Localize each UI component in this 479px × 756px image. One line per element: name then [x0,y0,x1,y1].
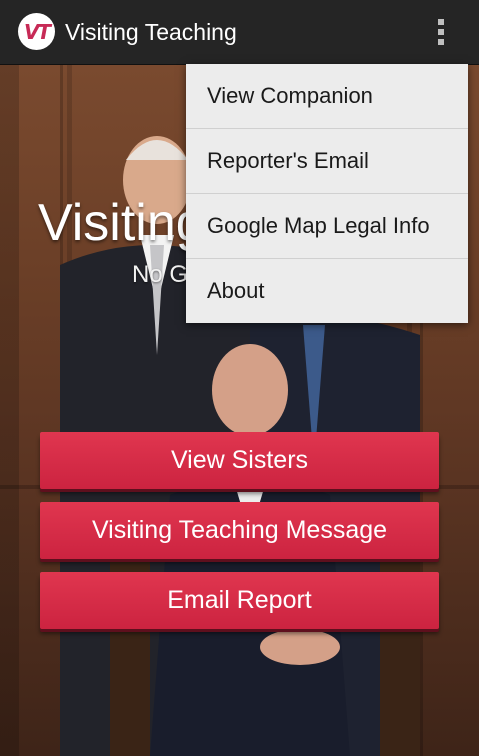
overflow-dot [438,29,444,35]
app-logo-text: VT [23,19,51,44]
visiting-teaching-message-button[interactable]: Visiting Teaching Message [40,502,439,559]
overflow-menu-icon[interactable] [426,14,456,50]
app-title: Visiting Teaching [65,19,237,45]
app-screen: Visiting Teaching No Geographic... View … [0,0,479,756]
menu-item-view-companion[interactable]: View Companion [186,64,468,129]
app-logo-icon[interactable]: VT [18,13,55,50]
overflow-dot [438,39,444,45]
view-sisters-button[interactable]: View Sisters [40,432,439,489]
action-bar: VT Visiting Teaching [0,0,479,65]
overflow-dot [438,19,444,25]
menu-item-google-map-legal-info[interactable]: Google Map Legal Info [186,194,468,259]
email-report-button[interactable]: Email Report [40,572,439,629]
menu-item-about[interactable]: About [186,259,468,323]
menu-item-reporters-email[interactable]: Reporter's Email [186,129,468,194]
overflow-dropdown: View Companion Reporter's Email Google M… [186,64,468,323]
